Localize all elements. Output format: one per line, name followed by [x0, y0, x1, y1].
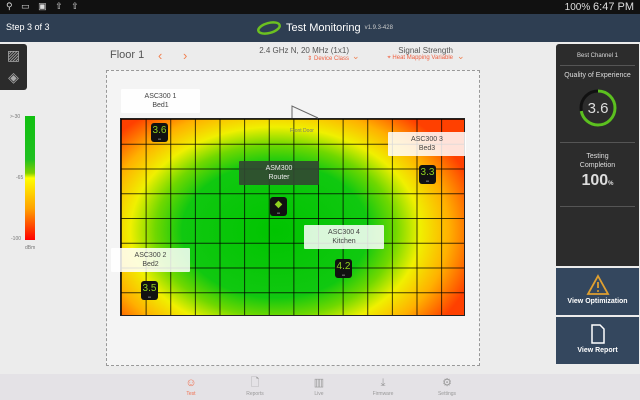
- divider: [560, 142, 635, 143]
- document-icon: 🗋: [250, 377, 260, 389]
- node-score-badge[interactable]: 3.3 ▪▪▪: [419, 165, 436, 184]
- gear-icon: ⚙: [442, 377, 452, 389]
- divider: [560, 206, 635, 207]
- download-icon: ⤓: [380, 377, 386, 389]
- app-version: v1.9.3-428: [364, 25, 393, 31]
- qoe-value: 3.6: [587, 100, 609, 117]
- notification-icons: ⚲ ▭ ▣ ⇧ ⇧: [6, 1, 82, 11]
- device-class-select[interactable]: 2.4 GHz N, 20 MHz (1x1) ⇕ Device Class: [240, 46, 349, 62]
- front-door-label: Front Door: [290, 128, 314, 134]
- testing-completion-value: 100%: [581, 172, 614, 189]
- next-floor-button[interactable]: ›: [183, 48, 187, 63]
- nav-settings[interactable]: ⚙ Settings: [422, 376, 472, 397]
- qoe-label: Quality of Experience: [564, 72, 631, 79]
- bar-chart-icon: ▥: [313, 377, 325, 389]
- testing-label: Completion: [579, 162, 616, 169]
- qoe-gauge: 3.6: [578, 88, 618, 128]
- floor-label: Floor 1: [110, 49, 145, 61]
- bottom-nav: ☺ Test 🗋 Reports ▥ Live ⤓ Firmware ⚙ Settings: [0, 374, 640, 400]
- door-marker: [291, 105, 319, 119]
- node-callout[interactable]: ASC300 3 Bed3: [388, 132, 466, 156]
- status-bar: ⚲ ▭ ▣ ⇧ ⇧ 100% 6:47 PM: [0, 0, 640, 14]
- node-score-badge[interactable]: 3.6 ▪▪▪: [151, 123, 168, 142]
- testing-label: Testing: [586, 153, 609, 160]
- test-icon: ☺: [185, 377, 197, 389]
- battery-level: 100%: [564, 2, 591, 13]
- node-callout[interactable]: ASC300 4 Kitchen: [304, 225, 384, 249]
- legend-top: >-30: [10, 114, 21, 120]
- document-icon: [590, 324, 605, 344]
- app-title: Test Monitoring: [286, 22, 361, 34]
- legend-unit: dBm: [25, 245, 36, 251]
- best-channel: Best Channel 1: [560, 44, 635, 66]
- heat-variable-select[interactable]: Signal Strength ⌖ Heat Mapping Variable: [360, 46, 453, 62]
- node-callout[interactable]: ASC300 1 Bed1: [121, 89, 200, 113]
- hide-map-icon[interactable]: ▨: [0, 44, 27, 66]
- results-panel: Best Channel 1 Quality of Experience 3.6…: [556, 44, 639, 266]
- node-score-badge[interactable]: 3.5 ▪▪▪: [141, 281, 158, 300]
- chevron-down-icon[interactable]: ⌄: [352, 51, 360, 62]
- view-optimization-button[interactable]: View Optimization: [556, 268, 639, 315]
- nav-firmware[interactable]: ⤓ Firmware: [358, 376, 408, 397]
- view-report-button[interactable]: View Report: [556, 317, 639, 364]
- layers-icon[interactable]: ◈: [0, 66, 27, 88]
- map-toolbox: ▨ ◈: [0, 44, 27, 90]
- app-logo-icon: [257, 21, 281, 35]
- chevron-down-icon[interactable]: ⌄: [457, 51, 465, 62]
- clock: 6:47 PM: [593, 1, 634, 13]
- step-indicator: Step 3 of 3: [6, 22, 50, 32]
- router-callout[interactable]: ASM300 Router: [239, 161, 319, 185]
- warning-icon: [585, 274, 610, 295]
- router-icon[interactable]: ◆ ▪▪▪: [270, 197, 287, 216]
- nav-test[interactable]: ☺ Test: [166, 376, 216, 397]
- node-score-badge[interactable]: 4.2 ▪▪▪: [335, 259, 352, 278]
- nav-reports[interactable]: 🗋 Reports: [230, 376, 280, 397]
- legend-bottom: -100: [11, 236, 22, 242]
- prev-floor-button[interactable]: ‹: [158, 48, 162, 63]
- signal-legend-bar: [25, 116, 35, 240]
- node-callout[interactable]: ASC300 2 Bed2: [111, 248, 190, 272]
- app-bar: Step 3 of 3 Test Monitoring v1.9.3-428: [0, 14, 640, 42]
- nav-live[interactable]: ▥ Live: [294, 376, 344, 397]
- legend-mid: -65: [16, 175, 24, 181]
